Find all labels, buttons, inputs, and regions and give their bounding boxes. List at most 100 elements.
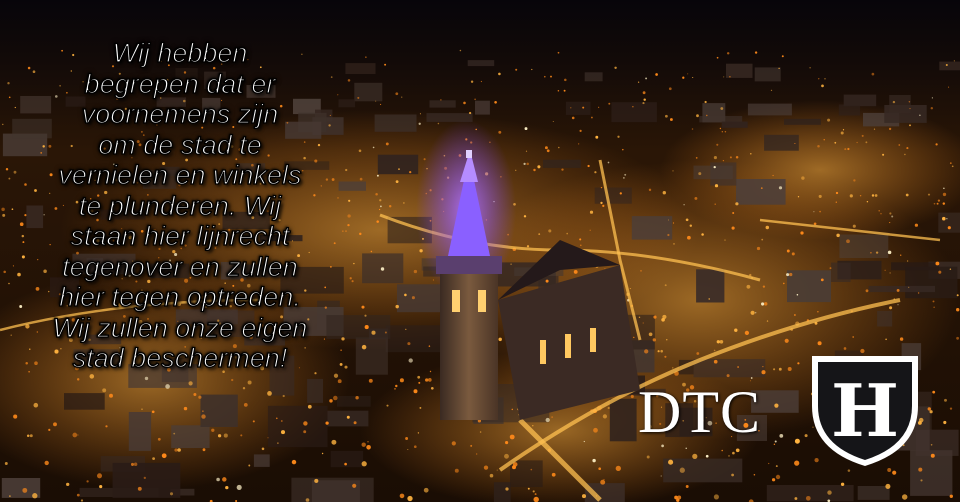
- city-light: [532, 490, 535, 493]
- city-light: [225, 485, 229, 490]
- city-light: [735, 156, 739, 159]
- city-light: [885, 338, 887, 341]
- city-light: [530, 468, 533, 471]
- rooftop: [200, 394, 238, 427]
- message-line: om de stad te: [98, 129, 263, 160]
- city-light: [642, 91, 646, 95]
- city-light: [366, 445, 371, 450]
- city-light: [914, 223, 919, 227]
- rooftop: [736, 179, 786, 205]
- city-light: [474, 98, 476, 101]
- city-light: [644, 349, 649, 354]
- city-light: [427, 378, 432, 382]
- city-light: [719, 127, 722, 130]
- city-light: [375, 193, 378, 196]
- city-light: [884, 269, 886, 271]
- city-light: [771, 478, 776, 482]
- city-light: [908, 101, 911, 103]
- city-light: [346, 415, 350, 419]
- city-light: [623, 177, 625, 179]
- rooftop: [253, 454, 270, 467]
- city-light: [133, 462, 138, 467]
- city-light: [889, 212, 892, 215]
- rooftop: [374, 114, 417, 132]
- city-light: [413, 389, 418, 394]
- city-light: [835, 191, 839, 195]
- city-light: [72, 432, 78, 438]
- city-light: [794, 438, 800, 444]
- city-light: [731, 473, 734, 477]
- rooftop: [112, 462, 181, 498]
- city-light: [704, 100, 707, 104]
- city-light: [796, 294, 799, 296]
- city-light: [607, 406, 610, 410]
- city-light: [344, 462, 347, 466]
- city-light: [669, 118, 673, 121]
- city-light: [721, 131, 723, 133]
- city-light: [789, 272, 793, 277]
- city-light: [527, 487, 530, 490]
- city-light: [579, 129, 582, 133]
- city-light: [646, 455, 650, 459]
- city-light: [489, 473, 494, 478]
- city-light: [353, 421, 357, 425]
- rooftop: [939, 61, 960, 71]
- city-light: [856, 141, 858, 144]
- city-light: [380, 205, 382, 208]
- city-light: [479, 431, 482, 433]
- city-light: [713, 165, 716, 169]
- city-light: [629, 288, 631, 290]
- city-light: [819, 210, 821, 213]
- city-light: [840, 131, 844, 135]
- rooftop: [385, 325, 445, 353]
- city-light: [548, 229, 552, 233]
- city-light: [551, 416, 553, 418]
- city-light: [666, 339, 668, 341]
- city-light: [935, 261, 940, 266]
- city-light: [173, 432, 176, 435]
- city-light: [797, 362, 800, 365]
- city-light: [938, 270, 942, 274]
- city-light: [731, 226, 735, 230]
- city-light: [760, 187, 763, 189]
- city-light: [376, 174, 379, 177]
- city-light: [871, 72, 875, 76]
- city-light: [333, 373, 339, 378]
- city-light: [734, 328, 738, 332]
- city-light: [920, 479, 923, 482]
- city-light: [632, 106, 634, 108]
- city-light: [892, 470, 897, 475]
- rooftop: [838, 104, 861, 116]
- city-light: [664, 284, 667, 287]
- city-light: [303, 430, 307, 434]
- city-light: [726, 374, 730, 378]
- message-line: Wij zullen onze eigen: [52, 312, 308, 343]
- city-light: [836, 233, 840, 238]
- city-light: [533, 496, 539, 502]
- city-light: [729, 76, 731, 78]
- city-light: [723, 76, 725, 78]
- city-light: [888, 127, 892, 131]
- city-light: [202, 448, 206, 452]
- message-line: voornemens zijn: [81, 98, 279, 129]
- city-light: [563, 89, 566, 92]
- city-light: [664, 355, 667, 358]
- rooftop: [905, 266, 958, 299]
- city-light: [778, 367, 782, 371]
- city-light: [523, 162, 526, 166]
- city-light: [873, 128, 876, 130]
- city-light: [865, 289, 869, 293]
- city-light: [598, 467, 602, 471]
- city-light: [942, 192, 947, 197]
- city-light: [510, 263, 512, 265]
- city-light: [419, 406, 422, 409]
- city-light: [948, 86, 950, 88]
- city-light: [321, 452, 324, 455]
- city-light: [361, 442, 366, 447]
- city-light: [77, 434, 79, 436]
- city-light: [545, 279, 549, 283]
- city-light: [102, 388, 107, 393]
- city-light: [361, 461, 367, 467]
- city-light: [949, 162, 952, 165]
- city-light: [633, 336, 635, 339]
